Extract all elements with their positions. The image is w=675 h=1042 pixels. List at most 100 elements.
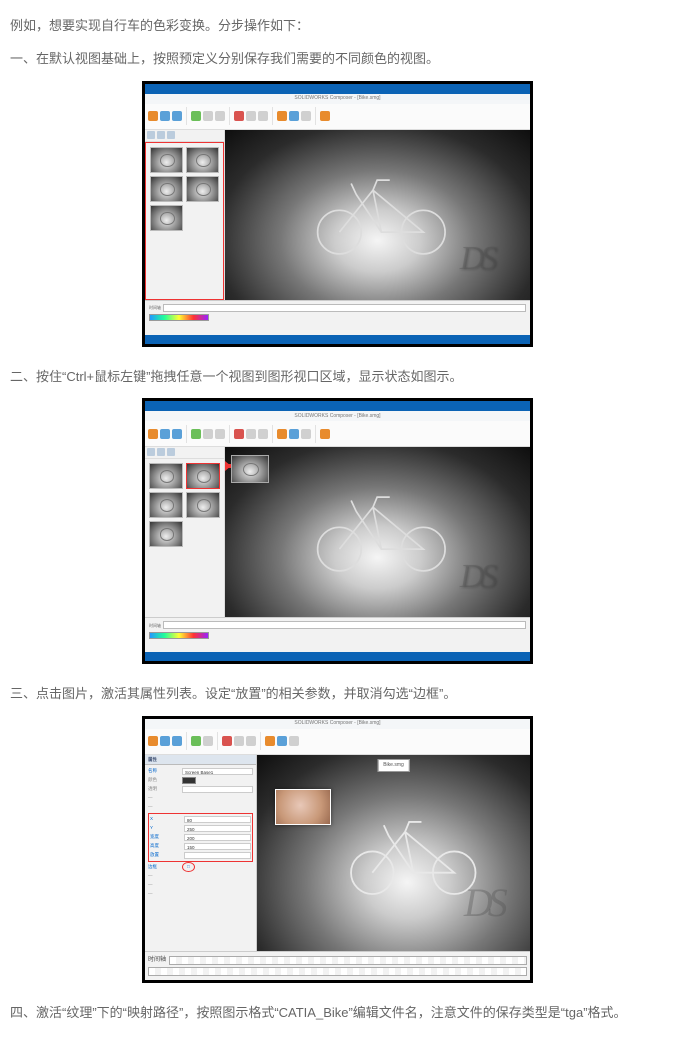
- prop-label: 颜色: [148, 776, 180, 784]
- panel-tools: [145, 130, 224, 142]
- ribbon-icon[interactable]: [148, 429, 158, 439]
- ribbon-toolbar[interactable]: [145, 104, 530, 130]
- ribbon-icon[interactable]: [234, 111, 244, 121]
- border-checkbox-highlighted[interactable]: □: [182, 862, 195, 872]
- prop-row-x: X 80: [150, 815, 251, 824]
- ribbon-icon[interactable]: [320, 111, 330, 121]
- separator: [186, 425, 187, 443]
- separator: [315, 425, 316, 443]
- ribbon-icon[interactable]: [265, 736, 275, 746]
- view-thumb[interactable]: Blue: [186, 147, 219, 173]
- ribbon-icon[interactable]: [246, 736, 256, 746]
- ribbon-icon[interactable]: [246, 429, 256, 439]
- ribbon-icon[interactable]: [148, 736, 158, 746]
- ribbon-icon[interactable]: [246, 111, 256, 121]
- ribbon-icon[interactable]: [191, 111, 201, 121]
- ribbon-icon[interactable]: [222, 736, 232, 746]
- dragged-thumbnail[interactable]: [231, 455, 269, 483]
- ribbon-icon[interactable]: [172, 111, 182, 121]
- prop-value[interactable]: [182, 786, 253, 793]
- prop-label: 名称: [148, 767, 180, 775]
- prop-value[interactable]: 150: [184, 843, 251, 850]
- ribbon-icon[interactable]: [320, 429, 330, 439]
- tool-icon[interactable]: [157, 448, 165, 456]
- title-bar: SOLIDWORKS Composer - [Bike.smg]: [145, 411, 530, 421]
- ribbon-icon[interactable]: [160, 429, 170, 439]
- 3d-viewport[interactable]: DS: [225, 130, 530, 300]
- prop-value-dropdown[interactable]: [184, 852, 251, 859]
- color-swatch[interactable]: [182, 777, 196, 784]
- step-2-text: 二、按住“Ctrl+鼠标左键”拖拽任意一个视图到图形视口区域，显示状态如图示。: [10, 365, 665, 388]
- views-panel: [145, 447, 225, 617]
- ds-watermark: DS: [464, 867, 503, 939]
- ribbon-icon[interactable]: [191, 429, 201, 439]
- ribbon-icon[interactable]: [203, 111, 213, 121]
- tool-icon[interactable]: [167, 131, 175, 139]
- tool-icon[interactable]: [167, 448, 175, 456]
- ribbon-icon[interactable]: [289, 429, 299, 439]
- ribbon-icon[interactable]: [215, 111, 225, 121]
- ribbon-icon[interactable]: [160, 111, 170, 121]
- window-title: SOLIDWORKS Composer - [Bike.smg]: [294, 94, 380, 103]
- view-thumb[interactable]: Red: [186, 176, 219, 202]
- timeline-track[interactable]: [163, 304, 526, 312]
- tool-icon[interactable]: [147, 448, 155, 456]
- bike-model[interactable]: [297, 156, 465, 257]
- ribbon-icon[interactable]: [301, 111, 311, 121]
- ribbon-icon[interactable]: [234, 429, 244, 439]
- ribbon-toolbar[interactable]: [145, 729, 530, 755]
- 3d-viewport[interactable]: Bike.smg DS: [257, 755, 530, 951]
- timeline-label: 时间轴: [149, 304, 161, 311]
- separator: [260, 732, 261, 750]
- ribbon-icon[interactable]: [277, 736, 287, 746]
- ribbon-icon[interactable]: [301, 429, 311, 439]
- 3d-viewport[interactable]: DS: [225, 447, 530, 617]
- ribbon-icon[interactable]: [172, 736, 182, 746]
- tool-icon[interactable]: [147, 131, 155, 139]
- ribbon-icon[interactable]: [289, 111, 299, 121]
- ribbon-icon[interactable]: [258, 111, 268, 121]
- view-thumb[interactable]: [149, 463, 183, 489]
- status-bar: [145, 652, 530, 661]
- prop-value[interactable]: 200: [184, 834, 251, 841]
- view-thumb[interactable]: [149, 492, 183, 518]
- ribbon-icon[interactable]: [191, 736, 201, 746]
- prop-value[interactable]: Screen Base1: [182, 768, 253, 775]
- texture-preview-image[interactable]: [275, 789, 331, 825]
- view-thumb[interactable]: Bk0: [150, 147, 183, 173]
- color-bar[interactable]: [149, 314, 209, 321]
- screenshot-2: SOLIDWORKS Composer - [Bike.smg]: [142, 398, 533, 664]
- ribbon-icon[interactable]: [172, 429, 182, 439]
- ribbon-icon[interactable]: [203, 429, 213, 439]
- view-thumb[interactable]: [149, 521, 183, 547]
- viewport-tab[interactable]: Bike.smg: [377, 759, 410, 772]
- ribbon-icon[interactable]: [148, 111, 158, 121]
- ribbon-icon[interactable]: [277, 111, 287, 121]
- timeline-track[interactable]: [169, 956, 527, 965]
- ribbon-icon[interactable]: [203, 736, 213, 746]
- step-1-text: 一、在默认视图基础上，按照预定义分别保存我们需要的不同颜色的视图。: [10, 47, 665, 70]
- ribbon-icon[interactable]: [277, 429, 287, 439]
- prop-label: 透明: [148, 785, 180, 793]
- view-thumb[interactable]: Blk: [150, 176, 183, 202]
- prop-row: 颜色: [148, 776, 253, 785]
- ribbon-icon[interactable]: [160, 736, 170, 746]
- intro-text: 例如，想要实现自行车的色彩变换。分步操作如下：: [10, 14, 665, 37]
- ribbon-icon[interactable]: [289, 736, 299, 746]
- ribbon-icon[interactable]: [215, 429, 225, 439]
- color-bar[interactable]: [149, 632, 209, 639]
- timeline-label: 时间轴: [148, 955, 166, 966]
- view-thumb-selected[interactable]: [186, 463, 220, 489]
- prop-value[interactable]: 250: [184, 825, 251, 832]
- bike-model[interactable]: [297, 474, 465, 575]
- timeline-track[interactable]: [163, 621, 526, 629]
- ribbon-toolbar[interactable]: [145, 421, 530, 447]
- timeline-track[interactable]: [148, 967, 527, 976]
- prop-value[interactable]: 80: [184, 816, 251, 823]
- ribbon-icon[interactable]: [258, 429, 268, 439]
- tool-icon[interactable]: [157, 131, 165, 139]
- view-thumb[interactable]: [186, 492, 220, 518]
- view-thumb[interactable]: Grn: [150, 205, 183, 231]
- ribbon-icon[interactable]: [234, 736, 244, 746]
- properties-header: 属性: [145, 755, 256, 765]
